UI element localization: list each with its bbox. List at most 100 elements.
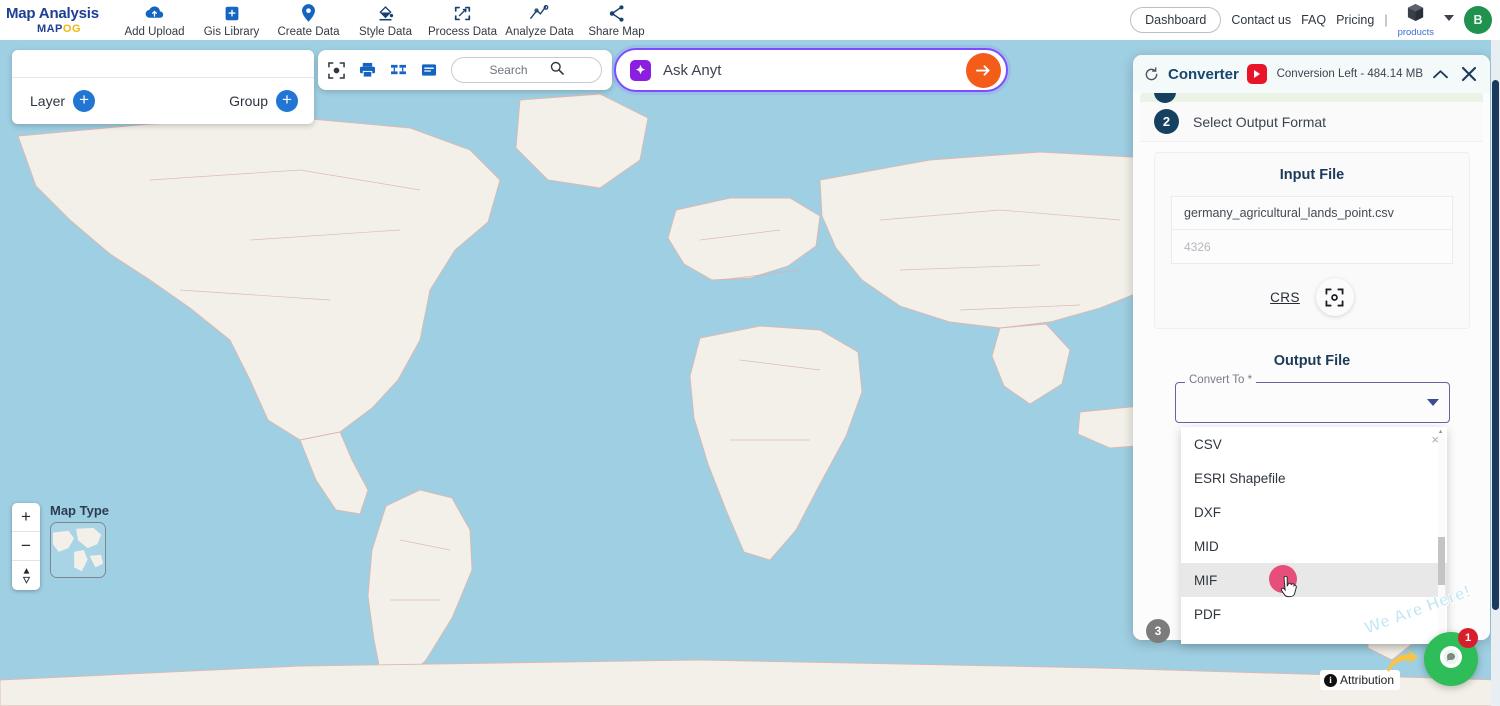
nav-item-add-upload[interactable]: Add Upload [116,3,193,38]
library-icon [224,5,240,22]
dropdown-scrollbar-track[interactable] [1438,433,1445,638]
avatar[interactable]: B [1464,6,1492,34]
convert-to-legend: Convert To * [1185,374,1257,386]
faq-link[interactable]: FAQ [1301,13,1326,27]
input-file-card: Input File germany_agricultural_lands_po… [1154,152,1470,329]
map-search-input[interactable]: Search [451,57,602,83]
ai-sparkle-icon [630,59,651,81]
close-icon[interactable] [1458,66,1480,82]
crs-link[interactable]: CRS [1270,290,1300,305]
nav-right-group: Dashboard Contact us FAQ Pricing | produ… [1130,3,1500,38]
crs-row: CRS [1155,278,1469,316]
add-layer-button[interactable]: Layer + [30,90,96,112]
brand-subtitle: MAPOG [6,22,112,35]
add-layer-plus-icon[interactable]: + [73,90,96,112]
step-1-indicator [1154,93,1176,103]
convert-to-select[interactable] [1175,382,1450,423]
dropdown-scrollbar-thumb[interactable] [1438,537,1445,585]
ask-anything-text: Ask Anyt [663,61,722,79]
step-3-number: 3 [1146,619,1170,643]
search-icon [550,61,564,80]
products-label: products [1397,26,1434,38]
ask-submit-button[interactable] [966,52,1001,88]
nav-item-label: Share Map [588,25,645,38]
output-file-title: Output File [1273,353,1351,369]
nav-item-style-data[interactable]: Style Data [347,3,424,38]
nav-item-label: Add Upload [124,25,185,38]
input-file-name[interactable]: germany_agricultural_lands_point.csv [1172,197,1452,230]
legend-icon[interactable] [421,63,437,78]
nav-item-label: Style Data [358,25,413,38]
nav-items: Add Upload Gis Library Create Data Style… [116,3,655,38]
step-2-number: 2 [1154,109,1179,134]
contact-us-link[interactable]: Contact us [1231,13,1291,27]
chevron-down-icon[interactable] [1427,399,1439,406]
cloud-upload-icon [145,5,164,22]
dropdown-option-pdf[interactable]: PDF [1181,597,1447,631]
ask-anything-bar[interactable]: Ask Anyt [614,48,1008,92]
print-icon[interactable] [359,62,376,78]
top-navigation-bar: Map Analysis MAPOG Add Upload Gis Librar… [0,0,1500,40]
dropdown-option-csv[interactable]: CSV [1181,427,1447,461]
nav-item-create-data[interactable]: Create Data [270,3,347,38]
nav-separator: | [1384,13,1388,27]
attribution-label: Attribution [1340,673,1395,687]
nav-item-label: Process Data [427,25,498,38]
step-2-row[interactable]: 2 Select Output Format [1140,102,1483,142]
map-type-thumbnail[interactable] [50,522,106,578]
add-group-plus-icon[interactable]: + [276,90,298,112]
attribution-button[interactable]: i Attribution [1320,670,1401,690]
dropdown-option-dxf[interactable]: DXF [1181,495,1447,529]
crosshair-icon[interactable] [1315,278,1354,316]
youtube-play-icon[interactable] [1246,64,1267,84]
convert-to-dropdown: ▲ × CSV ESRI Shapefile DXF MID MIF PDF [1181,427,1447,644]
page-scrollbar-track[interactable] [1491,40,1500,706]
compare-icon[interactable] [390,63,407,77]
compass-icon[interactable] [12,561,40,590]
play-triangle [1254,70,1261,78]
map-pin-icon [302,4,315,22]
nav-item-label: Create Data [277,25,340,38]
nav-item-label: Gis Library [203,25,260,38]
dropdown-option-mif[interactable]: MIF [1181,563,1447,597]
dropdown-option-esri-shapefile[interactable]: ESRI Shapefile [1181,461,1447,495]
app-root: Map Analysis MAPOG Add Upload Gis Librar… [0,0,1500,706]
chevron-down-icon[interactable] [1444,15,1454,21]
map-search-placeholder: Search [489,63,528,77]
nav-item-gis-library[interactable]: Gis Library [193,3,270,38]
crs-input[interactable]: 4326 [1172,230,1452,263]
nav-item-share-map[interactable]: Share Map [578,3,655,38]
output-file-card: Output File Convert To * [1154,341,1470,423]
dashboard-button[interactable]: Dashboard [1130,7,1222,33]
arrow-right-icon [976,64,990,76]
layer-search-input[interactable] [12,50,314,78]
chat-notification-badge: 1 [1458,628,1478,648]
group-label: Group [229,93,268,109]
process-icon [454,5,471,22]
page-scrollbar-thumb[interactable] [1492,80,1499,610]
nav-item-label: Analyze Data [505,25,574,38]
nav-item-analyze-data[interactable]: Analyze Data [501,3,578,38]
zoom-in-button[interactable]: + [12,503,40,532]
products-menu[interactable]: products [1398,3,1434,38]
layer-panel-actions: Layer + Group + [12,78,314,124]
map-toolbar: Search [318,50,612,90]
step-1-completed-row[interactable] [1140,93,1483,103]
nav-item-process-data[interactable]: Process Data [424,3,501,38]
brand-sub-main: MAP [36,22,63,35]
brand-logo[interactable]: Map Analysis MAPOG [0,6,112,35]
input-file-fields: germany_agricultural_lands_point.csv 432… [1171,196,1453,264]
brand-sub-accent: OG [62,22,82,35]
conversion-left-text: Conversion Left - 484.14 MB [1276,68,1423,80]
pricing-link[interactable]: Pricing [1336,13,1374,27]
map-type-control: Map Type [50,503,109,578]
map-type-label: Map Type [50,503,109,518]
convert-to-select-wrap: Convert To * [1175,374,1450,423]
refresh-icon[interactable] [1141,66,1162,82]
zoom-out-button[interactable]: − [12,532,40,561]
add-group-button[interactable]: Group + [229,90,298,112]
layer-panel: Layer + Group + [12,50,314,124]
chevron-up-icon[interactable] [1429,68,1452,81]
fit-extent-icon[interactable] [328,61,345,79]
dropdown-option-mid[interactable]: MID [1181,529,1447,563]
